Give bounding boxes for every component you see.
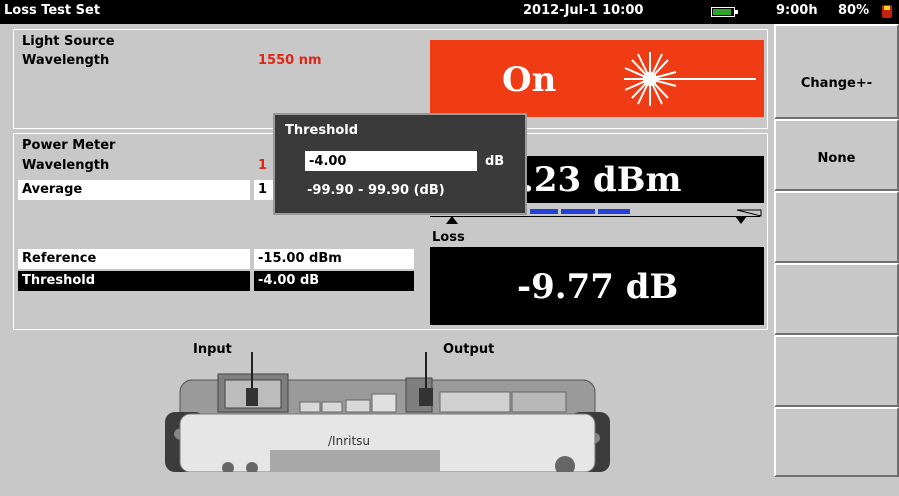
threshold-input[interactable] [305,151,477,171]
threshold-dialog-title: Threshold [285,123,359,138]
light-source-state-box[interactable]: On [430,40,764,117]
bar-min-marker-icon [446,216,458,224]
softkey-blank-3[interactable] [774,191,899,263]
app-title: Loss Test Set [4,3,101,18]
brand-logo: /Inritsu [328,434,370,448]
loss-reading: -9.77 dB [517,267,679,307]
average-label: Average [18,180,250,200]
bar-scale-line [430,216,760,217]
pm-wavelength-label: Wavelength [22,158,110,173]
softkey-blank-6[interactable] [774,407,899,477]
threshold-dialog: Threshold dB -99.90 - 99.90 (dB) [273,113,527,215]
power-bar-segment [530,209,558,214]
datetime: 2012-Jul-1 10:00 [523,3,644,18]
softkey-blank-5[interactable] [774,335,899,407]
power-reading: .23 dBm [522,160,682,200]
ls-wavelength-value: 1550 nm [258,53,322,68]
softkey-blank-4[interactable] [774,263,899,335]
power-bar-segment [598,209,630,214]
threshold-unit: dB [485,154,505,169]
sd-card-icon [882,5,892,18]
device-illustration: /Inritsu [165,352,610,472]
threshold-range: -99.90 - 99.90 (dB) [307,183,445,198]
power-bar-segment [561,209,595,214]
average-value[interactable]: 1 [254,180,274,200]
softkey-none[interactable]: None [774,119,899,191]
pm-wavelength-value: 1 [258,158,268,173]
threshold-marker-icon [735,209,762,224]
threshold-value[interactable]: -4.00 dB [254,271,414,291]
light-source-label: Light Source [22,34,115,49]
light-source-state: On [502,60,557,100]
ls-wavelength-label: Wavelength [22,53,110,68]
reference-value[interactable]: -15.00 dBm [254,249,414,269]
power-meter-label: Power Meter [22,138,116,153]
title-bar: Loss Test Set 2012-Jul-1 10:00 9:00h 80% [0,0,899,24]
loss-reading-box: -9.77 dB [430,247,764,325]
softkey-change[interactable]: Change+- [774,24,899,119]
loss-label: Loss [432,230,465,245]
battery-icon [711,7,738,17]
reference-label: Reference [18,249,250,269]
battery-percent: 80% [838,3,870,18]
laser-icon [624,52,756,106]
remaining-time: 9:00h [776,3,818,18]
threshold-label: Threshold [18,271,250,291]
